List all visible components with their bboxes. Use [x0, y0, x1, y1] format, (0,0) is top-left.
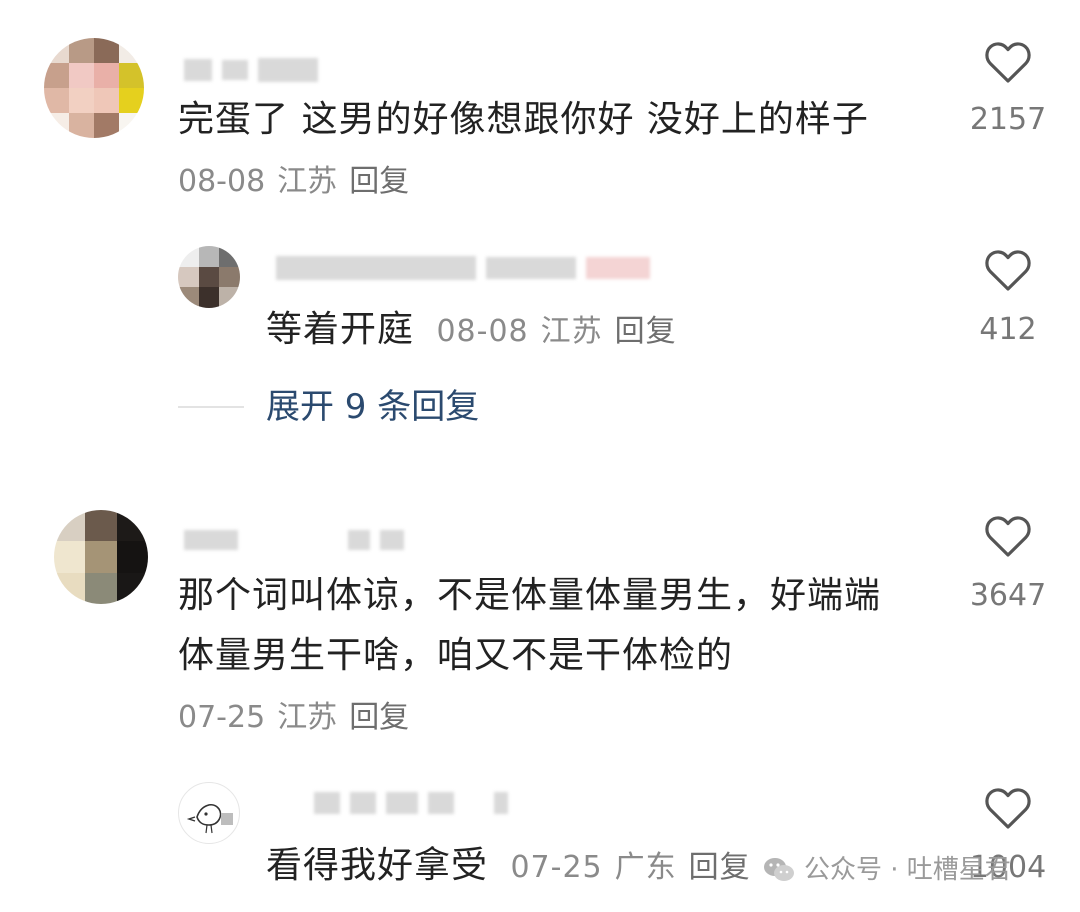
reply-location: 广东	[614, 850, 677, 885]
expand-replies-button[interactable]: 展开 9 条回复	[266, 384, 479, 430]
like-count: 2157	[969, 102, 1047, 137]
reply-location: 江苏	[540, 314, 603, 349]
watermark-text: 公众号 · 吐槽星君	[804, 855, 1011, 885]
reply-button[interactable]: 回复	[349, 700, 409, 735]
expand-divider	[178, 406, 244, 408]
username-obscured	[184, 58, 318, 82]
bird-sketch-icon	[186, 804, 233, 834]
comment-date: 07-25	[178, 700, 266, 735]
reply-button[interactable]: 回复	[689, 850, 751, 885]
reply-button[interactable]: 回复	[615, 314, 677, 349]
avatar[interactable]	[178, 246, 240, 308]
username-obscured	[276, 256, 650, 280]
reply-text: 看得我好拿受 07-25 广东 回复	[266, 840, 751, 892]
comment-text-line: 那个词叫体谅，不是体量体量男生，好端端	[178, 575, 882, 616]
avatar[interactable]	[178, 782, 240, 844]
wechat-icon	[764, 858, 794, 881]
username-obscured	[184, 530, 404, 550]
heart-icon[interactable]	[984, 786, 1032, 830]
comment-text: 完蛋了 这男的好像想跟你好 没好上的样子	[178, 99, 869, 140]
comment-location: 江苏	[277, 700, 338, 735]
comment-meta: 08-08 江苏 回复	[178, 162, 409, 202]
like-count: 3647	[969, 578, 1047, 613]
reply-content: 看得我好拿受	[266, 845, 489, 886]
heart-icon[interactable]	[984, 40, 1032, 84]
reply-text: 等着开庭 08-08 江苏 回复	[266, 304, 677, 356]
reply-date: 07-25	[510, 850, 603, 885]
watermark: 公众号 · 吐槽星君	[762, 852, 1011, 888]
reply-button[interactable]: 回复	[349, 164, 409, 199]
comment-date: 08-08	[178, 164, 266, 199]
comment-location: 江苏	[277, 164, 338, 199]
avatar[interactable]	[44, 38, 144, 138]
comment-text-line: 体量男生干啥，咱又不是干体检的	[178, 635, 734, 676]
heart-icon[interactable]	[984, 514, 1032, 558]
reply-content: 等着开庭	[266, 309, 415, 350]
reply-date: 08-08	[436, 314, 529, 349]
heart-icon[interactable]	[984, 248, 1032, 292]
username-obscured	[314, 792, 508, 814]
avatar[interactable]	[54, 510, 148, 604]
like-count: 412	[979, 312, 1037, 347]
comment-meta: 07-25 江苏 回复	[178, 698, 409, 738]
